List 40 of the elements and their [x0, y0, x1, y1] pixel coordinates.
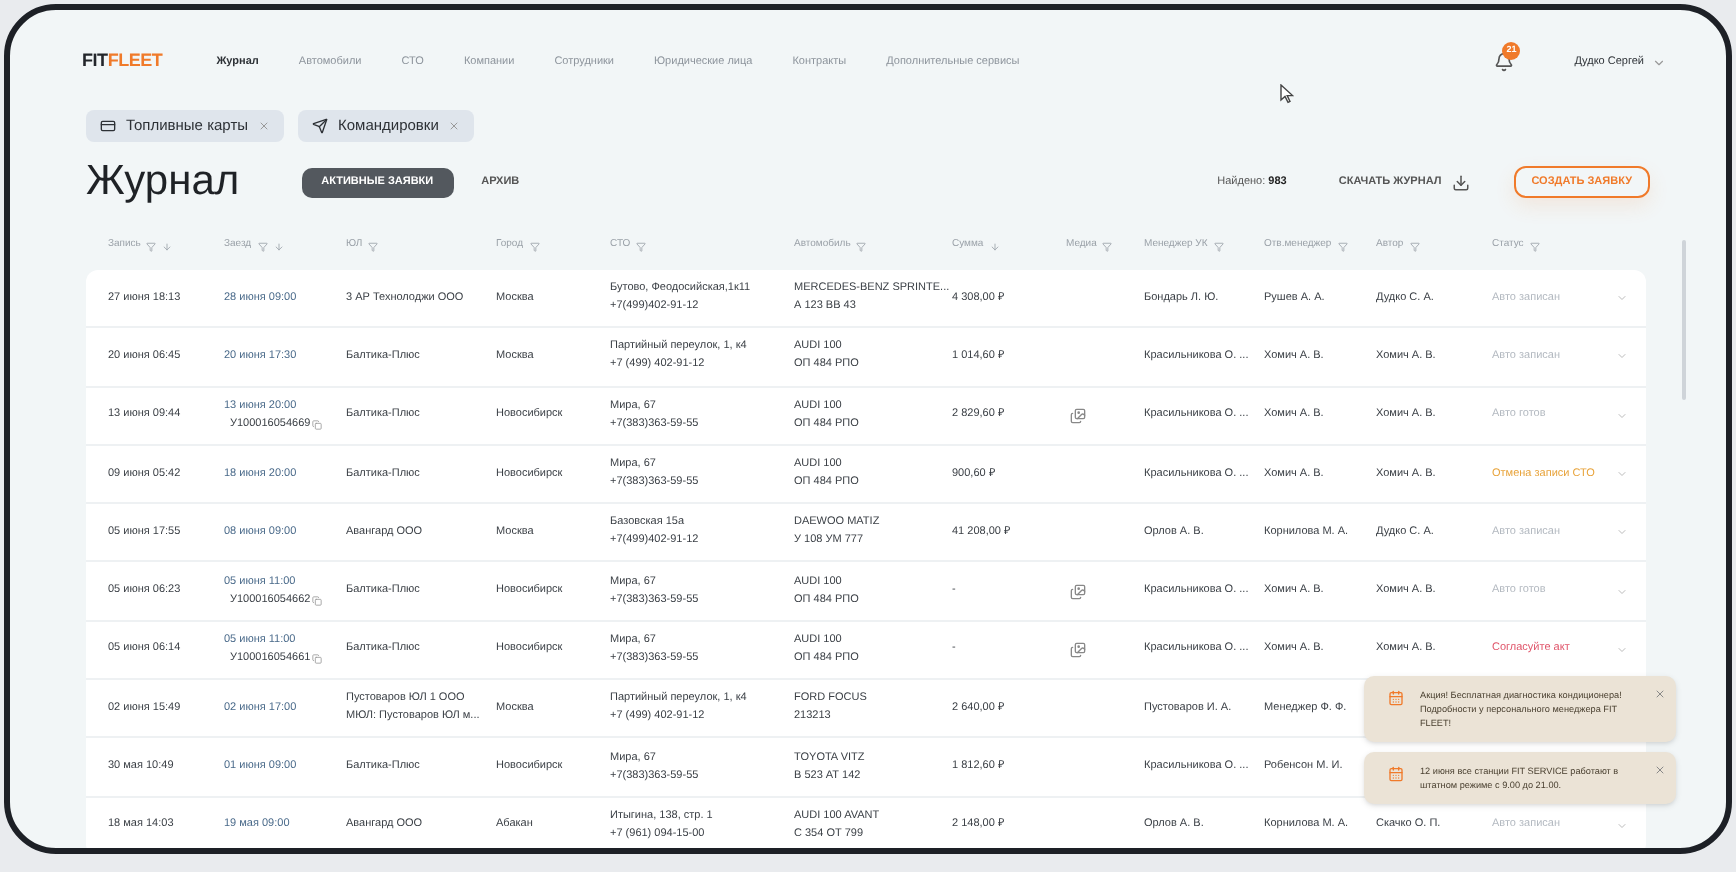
- chevron-icon: [1652, 55, 1666, 69]
- filter-icon: [1102, 241, 1113, 251]
- copy-icon: [312, 419, 323, 430]
- filter-icon: [1529, 241, 1540, 251]
- filter-icon: [146, 241, 157, 251]
- calendar-icon: [1388, 766, 1404, 782]
- close-icon: [1654, 688, 1666, 700]
- close-icon: [258, 120, 271, 132]
- filter-icon: [1213, 241, 1224, 251]
- card-icon: [100, 118, 116, 134]
- scrollbar[interactable]: [1682, 240, 1686, 400]
- filter-icon: [856, 241, 867, 251]
- cursor-icon: [1280, 84, 1294, 104]
- calendar-icon: [1388, 690, 1404, 706]
- chevron-icon: [1616, 292, 1628, 305]
- logo[interactable]: FITFLEET: [82, 48, 163, 76]
- filter-icon: [636, 241, 647, 251]
- copy-icon: [312, 595, 323, 606]
- close-icon: [448, 120, 461, 132]
- paper-plane-icon: [312, 118, 329, 134]
- filter-icon: [368, 241, 379, 251]
- filter-icon: [1337, 241, 1348, 251]
- close-icon: [1654, 764, 1666, 776]
- page-title: Журнал: [86, 156, 240, 209]
- chevron-icon: [1616, 585, 1628, 598]
- filter-icon: [529, 241, 540, 251]
- chevron-icon: [1616, 643, 1628, 656]
- sort-icon: [273, 241, 284, 251]
- notifications-button[interactable]: [1494, 52, 1515, 72]
- sort-icon: [989, 241, 1000, 251]
- filter-icon: [257, 241, 268, 251]
- chevron-icon: [1616, 526, 1628, 539]
- chevron-icon: [1616, 819, 1628, 832]
- chevron-icon: [1616, 468, 1628, 481]
- filter-icon: [1409, 241, 1420, 251]
- download-icon: [1451, 173, 1470, 191]
- chevron-icon: [1616, 409, 1628, 422]
- copy-icon: [312, 653, 323, 664]
- chevron-icon: [1616, 350, 1628, 363]
- sort-icon: [162, 241, 173, 251]
